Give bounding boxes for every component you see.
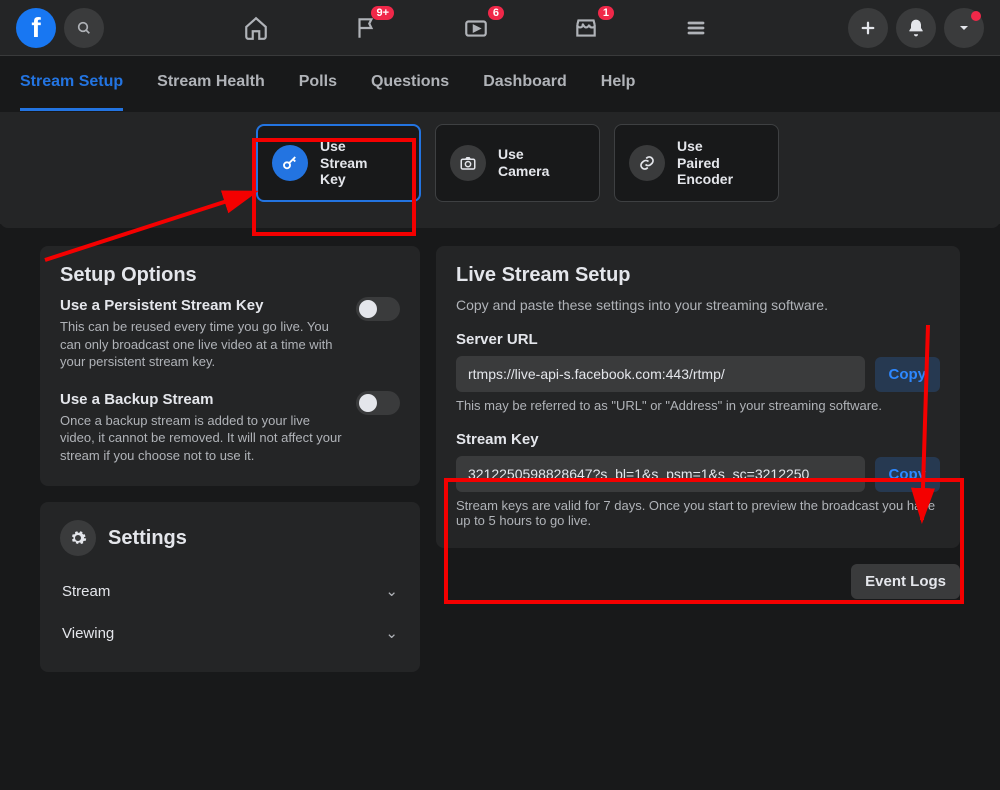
- camera-icon: [459, 154, 477, 172]
- backup-stream-title: Use a Backup Stream: [60, 391, 344, 408]
- option-stream-key-label: Use Stream Key: [320, 138, 367, 188]
- settings-title: Settings: [108, 527, 187, 550]
- copy-server-url-button[interactable]: Copy: [875, 357, 941, 392]
- main-content: Setup Options Use a Persistent Stream Ke…: [0, 228, 1000, 672]
- persistent-key-desc: This can be reused every time you go liv…: [60, 318, 344, 371]
- account-button[interactable]: [944, 8, 984, 48]
- notifications-button[interactable]: [896, 8, 936, 48]
- setup-options-card: Setup Options Use a Persistent Stream Ke…: [40, 246, 420, 486]
- tab-stream-health[interactable]: Stream Health: [157, 56, 265, 111]
- tab-dashboard[interactable]: Dashboard: [483, 56, 567, 111]
- video-button[interactable]: 6: [456, 8, 496, 48]
- caret-down-icon: [956, 20, 972, 36]
- topbar-center: 9+ 6 1: [112, 8, 840, 48]
- tab-stream-setup[interactable]: Stream Setup: [20, 56, 123, 111]
- settings-row-viewing-label: Viewing: [62, 625, 114, 642]
- camera-icon-wrap: [450, 145, 486, 181]
- stream-key-hint: Stream keys are valid for 7 days. Once y…: [456, 498, 940, 528]
- topbar: f 9+ 6 1: [0, 0, 1000, 56]
- chevron-down-icon: ⌄: [385, 624, 398, 642]
- settings-card: Settings Stream ⌄ Viewing ⌄: [40, 502, 420, 672]
- facebook-logo[interactable]: f: [16, 8, 56, 48]
- backup-stream-toggle[interactable]: [356, 391, 400, 415]
- topbar-right: [848, 8, 984, 48]
- home-icon: [243, 15, 269, 41]
- option-paired-encoder[interactable]: Use Paired Encoder: [614, 124, 779, 202]
- gear-icon: [69, 529, 87, 547]
- key-icon: [281, 154, 299, 172]
- marketplace-button[interactable]: 1: [566, 8, 606, 48]
- option-stream-key[interactable]: Use Stream Key: [256, 124, 421, 202]
- live-stream-setup-subtitle: Copy and paste these settings into your …: [456, 297, 940, 313]
- flag-badge: 9+: [371, 6, 394, 20]
- stream-key-label: Stream Key: [456, 431, 940, 448]
- stream-key-input[interactable]: 3212250598828647?s_bl=1&s_psm=1&s_sc=321…: [456, 456, 865, 492]
- event-logs-button[interactable]: Event Logs: [851, 564, 960, 599]
- backup-stream-row: Use a Backup Stream Once a backup stream…: [60, 391, 400, 465]
- search-button[interactable]: [64, 8, 104, 48]
- flag-button[interactable]: 9+: [346, 8, 386, 48]
- home-button[interactable]: [236, 8, 276, 48]
- server-url-hint: This may be referred to as "URL" or "Add…: [456, 398, 940, 413]
- market-badge: 1: [598, 6, 614, 20]
- tab-questions[interactable]: Questions: [371, 56, 449, 111]
- persistent-key-title: Use a Persistent Stream Key: [60, 297, 344, 314]
- gear-icon-wrap: [60, 520, 96, 556]
- plus-icon: [859, 19, 877, 37]
- account-dot: [971, 11, 981, 21]
- chevron-down-icon: ⌄: [385, 582, 398, 600]
- video-icon: [463, 15, 489, 41]
- live-stream-setup-card: Live Stream Setup Copy and paste these s…: [436, 246, 960, 548]
- key-icon-wrap: [272, 145, 308, 181]
- option-paired-encoder-label: Use Paired Encoder: [677, 138, 733, 188]
- copy-stream-key-button[interactable]: Copy: [875, 457, 941, 492]
- persistent-key-toggle[interactable]: [356, 297, 400, 321]
- market-icon: [573, 15, 599, 41]
- create-button[interactable]: [848, 8, 888, 48]
- right-column: Live Stream Setup Copy and paste these s…: [436, 246, 960, 672]
- bell-icon: [906, 18, 926, 38]
- link-icon-wrap: [629, 145, 665, 181]
- menu-icon: [684, 16, 708, 40]
- menu-button[interactable]: [676, 8, 716, 48]
- settings-row-stream-label: Stream: [62, 583, 110, 600]
- left-column: Setup Options Use a Persistent Stream Ke…: [40, 246, 420, 672]
- tab-help[interactable]: Help: [601, 56, 636, 111]
- setup-options-title: Setup Options: [60, 264, 400, 287]
- subnav: Stream Setup Stream Health Polls Questio…: [0, 56, 1000, 112]
- option-camera-label: Use Camera: [498, 146, 549, 180]
- settings-row-stream[interactable]: Stream ⌄: [60, 570, 400, 612]
- server-url-label: Server URL: [456, 331, 940, 348]
- live-stream-setup-title: Live Stream Setup: [456, 264, 940, 287]
- settings-row-viewing[interactable]: Viewing ⌄: [60, 612, 400, 654]
- persistent-key-row: Use a Persistent Stream Key This can be …: [60, 297, 400, 371]
- option-camera[interactable]: Use Camera: [435, 124, 600, 202]
- options-row: Use Stream Key Use Camera Use Paired Enc…: [0, 112, 1000, 224]
- video-badge: 6: [488, 6, 504, 20]
- options-section: Use Stream Key Use Camera Use Paired Enc…: [0, 112, 1000, 228]
- backup-stream-desc: Once a backup stream is added to your li…: [60, 412, 344, 465]
- link-icon: [638, 154, 656, 172]
- server-url-input[interactable]: rtmps://live-api-s.facebook.com:443/rtmp…: [456, 356, 865, 392]
- search-icon: [76, 20, 92, 36]
- tab-polls[interactable]: Polls: [299, 56, 337, 111]
